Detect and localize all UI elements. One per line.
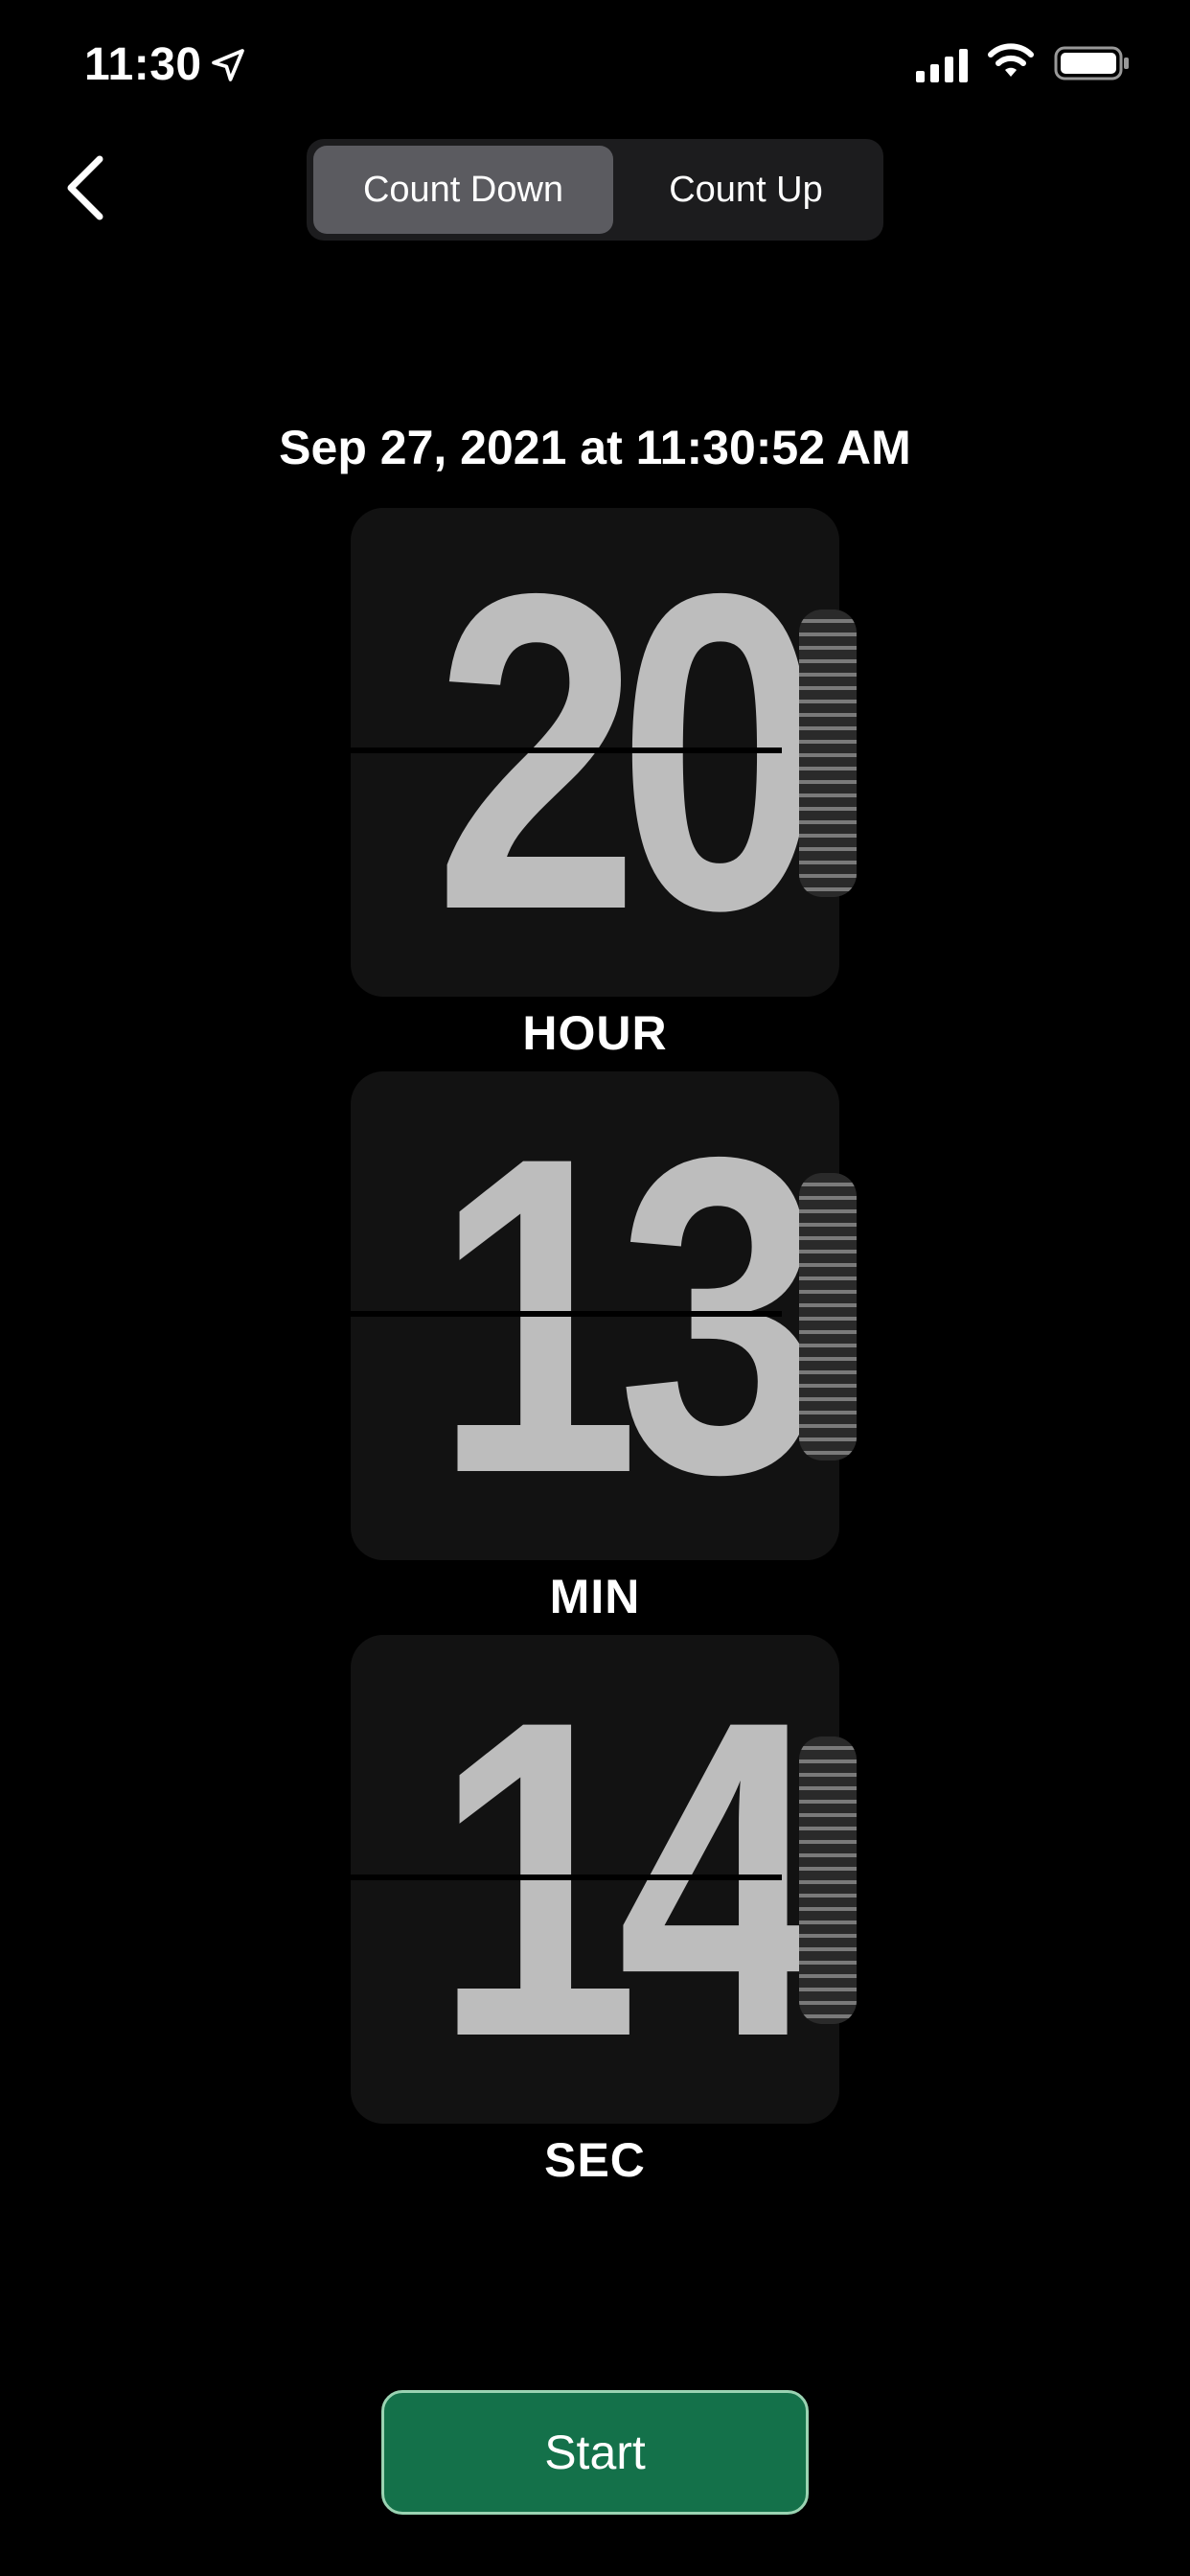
count-down-segment[interactable]: Count Down [313, 146, 613, 234]
second-flip-card[interactable]: 14 [351, 1635, 857, 2124]
target-date-label: Sep 27, 2021 at 11:30:52 AM [279, 421, 911, 474]
chevron-left-icon [67, 155, 103, 220]
minute-card-divider [351, 1311, 782, 1317]
second-card-divider [351, 1874, 782, 1880]
status-bar: 11:30 [0, 0, 1190, 134]
battery-icon [1054, 46, 1129, 80]
hour-label: HOUR [522, 1006, 668, 1060]
mode-segmented-control: Count Down Count Up [307, 139, 883, 241]
hour-card-stack-edge [799, 610, 857, 897]
minute-label: MIN [549, 1570, 641, 1623]
minute-flip-card[interactable]: 13 [351, 1071, 857, 1560]
hour-flip-card[interactable]: 20 [351, 508, 857, 997]
cellular-signal-icon [916, 49, 968, 82]
location-arrow-icon [212, 49, 244, 81]
count-up-segment[interactable]: Count Up [615, 146, 877, 234]
minute-card-stack-edge [799, 1173, 857, 1460]
status-time: 11:30 [84, 39, 202, 90]
back-button[interactable] [59, 151, 117, 224]
hour-card-divider [351, 748, 782, 753]
wifi-icon [988, 43, 1034, 77]
second-label: SEC [544, 2133, 646, 2187]
second-card-stack-edge [799, 1736, 857, 2024]
start-button[interactable]: Start [381, 2390, 809, 2515]
